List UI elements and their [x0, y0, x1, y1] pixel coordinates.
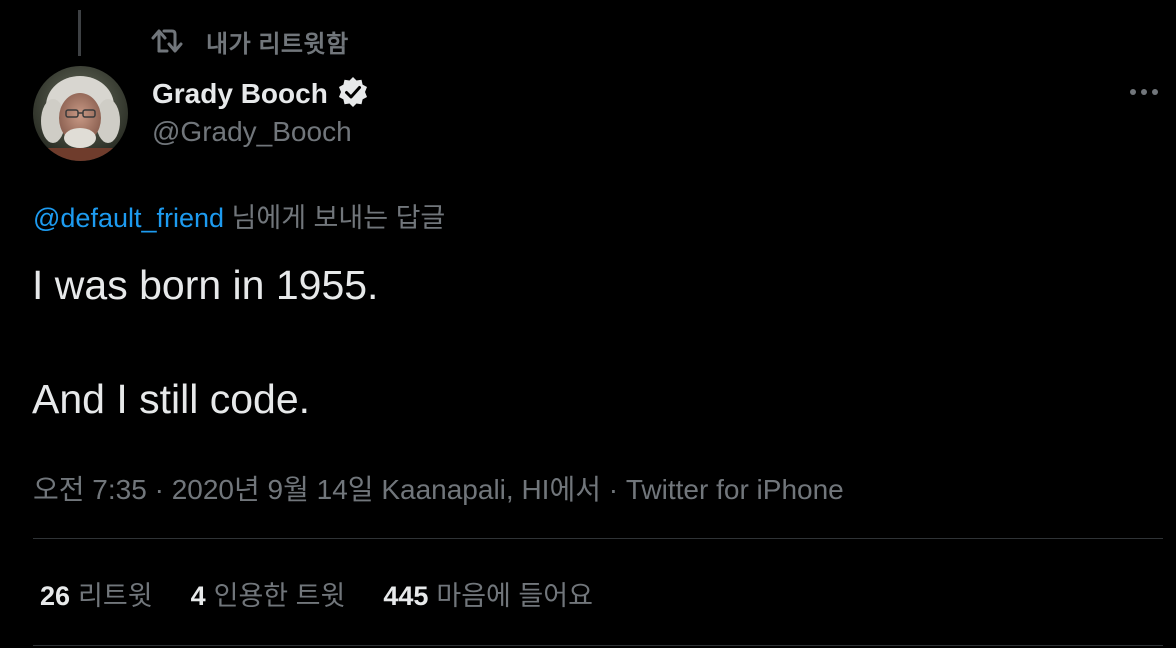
social-context-label: 내가 리트윗함: [206, 30, 349, 58]
likes-label: 마음에 들어요: [436, 581, 593, 611]
quote-tweets-label: 인용한 트윗: [213, 581, 346, 611]
likes-count: 445: [383, 581, 429, 611]
social-context-retweeted[interactable]: 내가 리트윗함: [150, 26, 349, 58]
tweet-source-link[interactable]: Twitter for iPhone: [626, 474, 844, 505]
tweet-time: 오전 7:35: [33, 474, 147, 505]
retweets-count: 26: [40, 581, 71, 611]
retweet-icon: [150, 27, 184, 55]
avatar[interactable]: [33, 66, 128, 161]
quote-tweets-count: 4: [190, 581, 206, 611]
divider: [33, 645, 1163, 646]
reply-context-suffix: 님에게 보내는 답글: [224, 203, 446, 233]
retweets-label: 리트윗: [78, 581, 153, 611]
tweet-text-line: And I still code.: [32, 376, 311, 422]
tweet-stats: 26 리트윗 4 인용한 트윗 445 마음에 들어요: [40, 574, 631, 613]
tweet-timestamp-link[interactable]: 오전 7:35 · 2020년 9월 14일: [33, 474, 374, 505]
tweet-metadata: 오전 7:35 · 2020년 9월 14일 Kaanapali, HI에서 ·…: [33, 468, 844, 508]
reply-mention-link[interactable]: @default_friend: [33, 203, 224, 233]
author-name-row[interactable]: Grady Booch: [152, 74, 370, 114]
meta-separator: ·: [600, 474, 626, 505]
likes-stat[interactable]: 445 마음에 들어요: [383, 574, 593, 613]
quote-tweets-stat[interactable]: 4 인용한 트윗: [191, 574, 346, 613]
reply-context: @default_friend 님에게 보내는 답글: [33, 196, 445, 235]
tweet-date: 2020년 9월 14일: [171, 474, 374, 505]
more-horizontal-icon: [1129, 83, 1159, 101]
author-name[interactable]: Grady Booch: [152, 78, 328, 110]
thread-connector-line: [78, 10, 81, 56]
more-options-button[interactable]: [1124, 76, 1164, 108]
tweet-location-link[interactable]: Kaanapali, HI에서: [381, 474, 601, 505]
tweet-text-line: I was born in 1955.: [32, 262, 379, 308]
retweets-stat[interactable]: 26 리트윗: [40, 574, 153, 613]
meta-separator: ·: [146, 474, 172, 505]
verified-badge-icon: [336, 75, 370, 114]
author-handle[interactable]: @Grady_Booch: [152, 116, 352, 148]
divider: [33, 538, 1163, 539]
